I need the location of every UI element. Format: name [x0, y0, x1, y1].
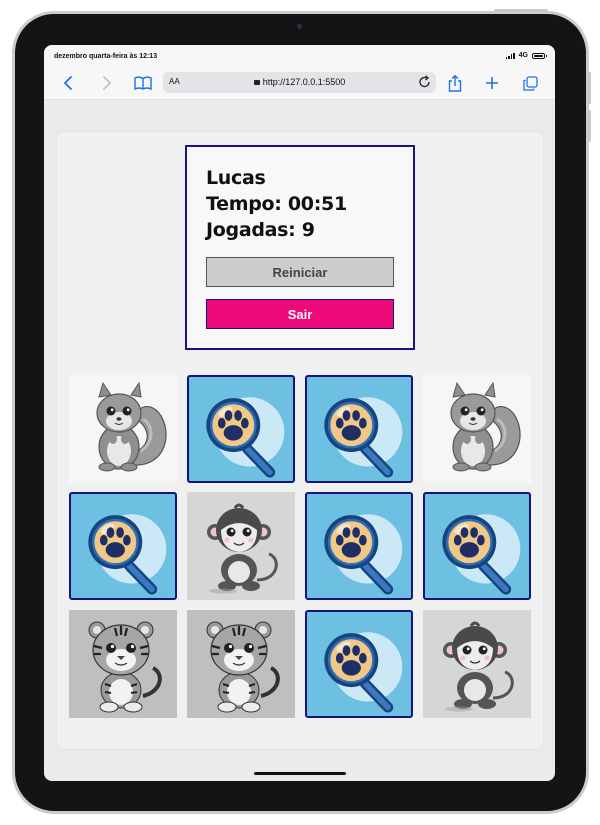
browser-toolbar: AA http://127.0.0.1:5500 — [44, 67, 555, 100]
battery-icon — [532, 52, 547, 59]
paw-magnifier-icon — [189, 377, 293, 481]
exit-button[interactable]: Sair — [206, 299, 394, 329]
volume-up-button — [588, 72, 591, 104]
reload-icon[interactable] — [419, 75, 431, 91]
url-display: http://127.0.0.1:5500 — [163, 77, 436, 87]
reader-book-icon[interactable] — [133, 73, 153, 93]
card-squirrel[interactable] — [423, 375, 531, 483]
score-panel: Lucas Tempo: 00:51 Jogadas: 9 Reiniciar … — [185, 145, 415, 350]
card-tiger[interactable] — [187, 610, 295, 718]
share-icon[interactable] — [445, 73, 465, 93]
address-bar[interactable]: AA http://127.0.0.1:5500 — [163, 72, 436, 93]
url-text: http://127.0.0.1:5500 — [262, 77, 346, 87]
card-monkey[interactable] — [423, 610, 531, 718]
paw-magnifier-icon — [71, 494, 175, 598]
screen: dezembro quarta-feira às 12:13 4G AA htt… — [44, 45, 555, 781]
tiger-icon — [187, 610, 295, 718]
top-button — [494, 9, 548, 12]
paw-magnifier-icon — [307, 612, 411, 716]
paw-magnifier-icon — [425, 494, 529, 598]
paw-magnifier-icon — [307, 494, 411, 598]
monkey-icon — [423, 610, 531, 718]
card-back[interactable] — [305, 610, 413, 718]
restart-button[interactable]: Reiniciar — [206, 257, 394, 287]
forward-icon[interactable] — [96, 73, 116, 93]
signal-icon — [505, 52, 515, 59]
game-container: Lucas Tempo: 00:51 Jogadas: 9 Reiniciar … — [57, 132, 543, 749]
card-monkey[interactable] — [187, 492, 295, 600]
volume-down-button — [588, 110, 591, 142]
tabs-icon[interactable] — [520, 73, 540, 93]
back-icon[interactable] — [59, 73, 79, 93]
card-tiger[interactable] — [69, 610, 177, 718]
home-indicator — [254, 772, 346, 775]
squirrel-icon — [423, 375, 531, 483]
card-back[interactable] — [423, 492, 531, 600]
player-name: Lucas — [206, 167, 266, 189]
paw-magnifier-icon — [307, 377, 411, 481]
card-squirrel[interactable] — [69, 375, 177, 483]
card-back[interactable] — [305, 492, 413, 600]
status-time: dezembro quarta-feira às 12:13 — [54, 53, 158, 60]
squirrel-icon — [69, 375, 177, 483]
lock-icon — [253, 80, 260, 85]
moves-label: Jogadas: 9 — [206, 219, 315, 241]
status-right: 4G — [505, 52, 547, 59]
timer-label: Tempo: 00:51 — [206, 193, 347, 215]
front-camera — [297, 24, 302, 29]
network-label: 4G — [518, 52, 528, 59]
card-back[interactable] — [305, 375, 413, 483]
status-bar: dezembro quarta-feira às 12:13 4G — [44, 45, 555, 67]
card-back[interactable] — [69, 492, 177, 600]
new-tab-icon[interactable] — [482, 73, 502, 93]
monkey-icon — [187, 492, 295, 600]
tiger-icon — [69, 610, 177, 718]
card-back[interactable] — [187, 375, 295, 483]
